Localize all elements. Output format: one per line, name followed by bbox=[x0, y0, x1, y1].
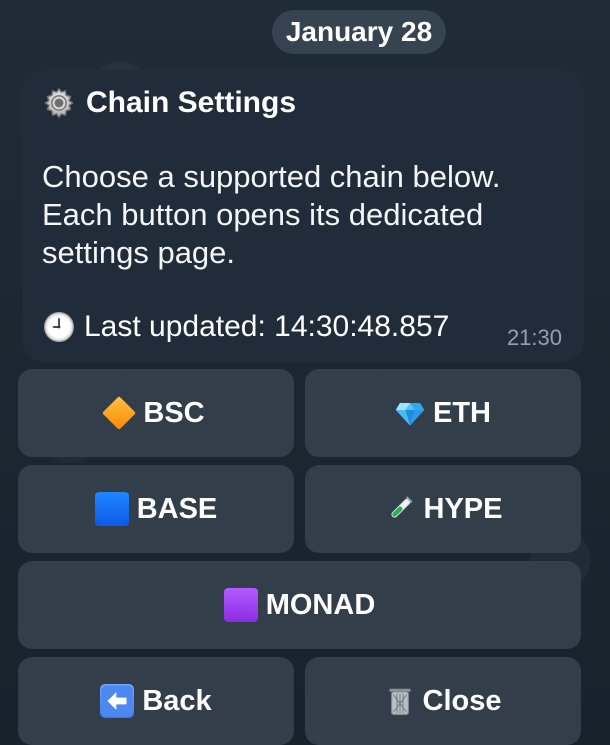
message-body: Choose a supported chain below. Each but… bbox=[42, 159, 501, 270]
close-button-label: Close bbox=[422, 684, 502, 717]
back-button-label: Back bbox=[142, 684, 212, 717]
message-title-row: Chain Settings bbox=[42, 86, 564, 120]
hype-button[interactable]: HYPE bbox=[305, 465, 581, 553]
trash-can-icon bbox=[388, 688, 411, 716]
clock-icon bbox=[44, 312, 74, 342]
blue-square-icon bbox=[94, 492, 129, 526]
purple-square-icon bbox=[223, 588, 258, 622]
test-tube-icon bbox=[390, 496, 412, 518]
bsc-button[interactable]: BSC bbox=[18, 369, 294, 457]
gem-icon bbox=[395, 402, 425, 426]
hype-button-label: HYPE bbox=[423, 492, 503, 525]
back-button[interactable]: Back bbox=[18, 657, 294, 745]
eth-button[interactable]: ETH bbox=[305, 369, 581, 457]
close-button[interactable]: Close bbox=[305, 657, 581, 745]
base-button[interactable]: BASE bbox=[18, 465, 294, 553]
inline-keyboard: BSC ETH BASE HYPE MONAD Back Close bbox=[18, 369, 581, 745]
message-timestamp: 21:30 bbox=[506, 325, 562, 350]
bsc-button-label: BSC bbox=[143, 396, 205, 429]
monad-button-label: MONAD bbox=[265, 588, 376, 621]
gear-icon bbox=[44, 87, 74, 119]
orange-diamond-icon bbox=[102, 396, 137, 430]
monad-button[interactable]: MONAD bbox=[18, 561, 581, 649]
date-badge-label: January 28 bbox=[285, 16, 433, 47]
date-badge: January 28 bbox=[272, 10, 446, 54]
back-arrow-icon bbox=[100, 684, 135, 718]
bot-message-bubble: Chain Settings Choose a supported chain … bbox=[22, 70, 584, 362]
last-updated-text: Last updated: 14:30:48.857 bbox=[84, 310, 450, 343]
eth-button-label: ETH bbox=[433, 396, 491, 429]
message-title: Chain Settings bbox=[86, 86, 297, 119]
base-button-label: BASE bbox=[136, 492, 218, 525]
last-updated-row: Last updated: 14:30:48.857 bbox=[42, 310, 449, 344]
